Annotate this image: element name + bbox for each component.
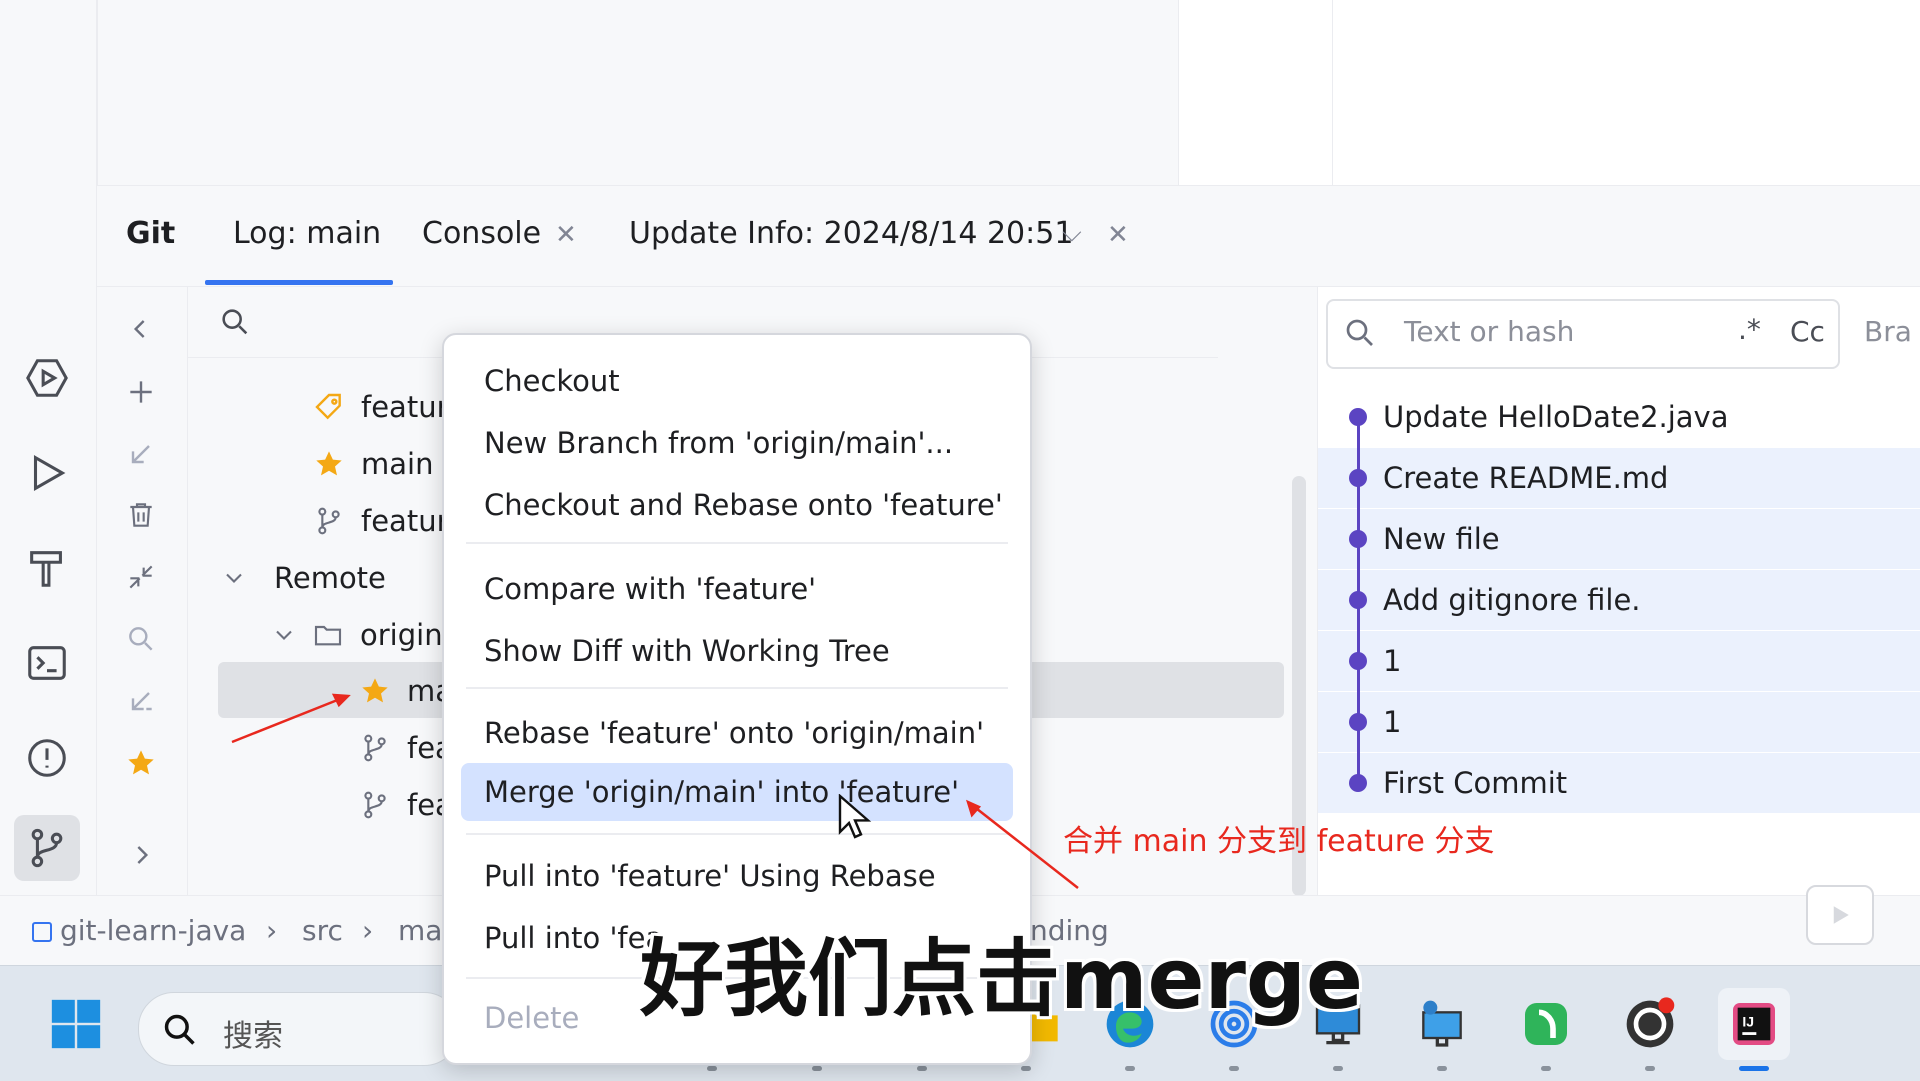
annotation-label: 合并 main 分支到 feature 分支 xyxy=(1063,824,1495,859)
commit-node xyxy=(1349,713,1367,731)
video-play-icon[interactable] xyxy=(1806,885,1874,945)
annotation-arrowhead-right xyxy=(965,799,982,818)
annotation-arrowhead-left xyxy=(331,693,351,708)
commit-node xyxy=(1349,652,1367,670)
commit-node xyxy=(1349,774,1367,792)
annotation-arrow-left xyxy=(231,695,346,744)
commit-node xyxy=(1349,469,1367,487)
commit-node xyxy=(1349,591,1367,609)
commit-node xyxy=(1349,530,1367,548)
video-subtitle: 好我们点击merge xyxy=(640,930,1364,1028)
commit-node xyxy=(1349,408,1367,426)
